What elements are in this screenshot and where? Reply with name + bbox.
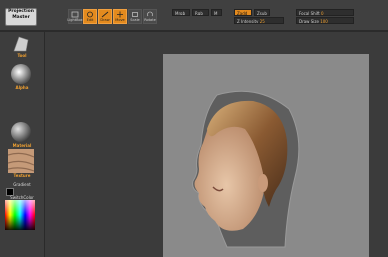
z-intensity-value: 25	[259, 19, 265, 24]
z-intensity-label: Z Intensity	[237, 19, 259, 24]
edit-icon	[87, 11, 93, 18]
alpha-thumbnail-icon[interactable]	[10, 63, 32, 85]
zsub-button[interactable]: Zsub	[254, 9, 270, 16]
draw-button[interactable]: Draw	[98, 9, 112, 24]
mrgb-button[interactable]: Mrgb	[172, 9, 190, 16]
scale-button[interactable]: Scale	[128, 9, 142, 24]
texture-thumbnail-icon[interactable]	[8, 149, 34, 173]
move-button[interactable]: Move	[113, 9, 127, 24]
z-intensity-slider[interactable]: Z Intensity 25	[234, 17, 284, 24]
left-shelf: Tool Alpha Material Texture Gradient Swi…	[0, 32, 45, 257]
material-label: Material	[12, 143, 32, 148]
focal-shift-value: 0	[321, 11, 324, 16]
texture-label: Texture	[13, 173, 31, 178]
focal-shift-label: Focal Shift	[299, 11, 320, 16]
draw-size-slider[interactable]: Draw Size 100	[296, 17, 354, 24]
m-button[interactable]: M	[211, 9, 222, 16]
gradient-label: Gradient	[13, 182, 31, 187]
draw-size-label: Draw Size	[299, 19, 319, 24]
material-sphere-icon[interactable]	[10, 121, 32, 143]
lightbox-icon	[71, 11, 79, 18]
projection-master-button[interactable]: Projection Master	[5, 8, 37, 26]
rotate-button[interactable]: Rotate	[143, 9, 157, 24]
draw-size-value: 100	[320, 19, 328, 24]
scale-label: Scale	[130, 18, 140, 22]
scale-icon	[132, 12, 138, 17]
color-picker[interactable]	[5, 200, 35, 230]
master-label: Master	[12, 15, 30, 20]
mrgb-label: Mrgb	[175, 11, 186, 16]
tool-label: Tool	[17, 53, 27, 58]
edit-button[interactable]: Edit	[83, 9, 97, 24]
lightbox-button[interactable]: LightBox	[67, 9, 83, 24]
focal-shift-slider[interactable]: Focal Shift 0	[296, 9, 354, 16]
zsub-label: Zsub	[257, 11, 267, 16]
lightbox-label: LightBox	[67, 18, 83, 22]
m-label: M	[214, 11, 218, 16]
rgb-label: Rgb	[195, 11, 203, 16]
tool-thumbnail-icon[interactable]	[11, 35, 31, 53]
edit-label: Edit	[86, 18, 94, 22]
draw-label: Draw	[100, 18, 110, 22]
ear-shape	[258, 174, 268, 192]
move-label: Move	[115, 18, 125, 22]
alpha-label: Alpha	[15, 85, 29, 90]
top-toolbar: Projection Master LightBox Edit Draw Mov…	[0, 0, 388, 31]
head-model[interactable]	[187, 89, 300, 249]
rotate-label: Rotate	[144, 18, 156, 22]
zadd-button[interactable]: Zadd	[234, 9, 252, 16]
rotate-icon	[147, 11, 153, 17]
zadd-label: Zadd	[237, 11, 248, 16]
draw-icon	[101, 11, 109, 18]
rgb-button[interactable]: Rgb	[192, 9, 209, 16]
move-icon	[117, 11, 123, 18]
